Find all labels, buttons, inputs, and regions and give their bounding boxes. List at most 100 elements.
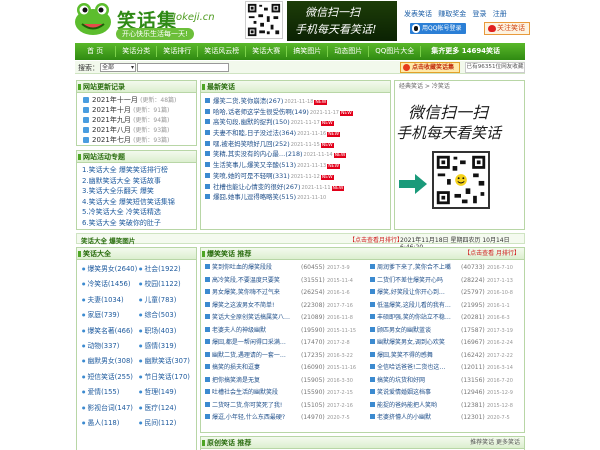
latest-item-title[interactable]: 笑喷,她的可是不轻啊 bbox=[213, 172, 273, 180]
wechat-promo-image[interactable]: 微信扫一扫 手机每天看笑话 bbox=[396, 95, 524, 228]
hot-item-title[interactable]: 吐槽社会生活的幽默笑段 bbox=[212, 387, 301, 400]
category-link[interactable]: 爆笑名著(466) bbox=[82, 323, 139, 338]
hot-item-title[interactable]: 全信哈话爸爸!二货也这… bbox=[377, 362, 461, 375]
category-link[interactable]: 节日笑话(170) bbox=[139, 369, 196, 384]
category-link[interactable]: 爱情(155) bbox=[82, 384, 139, 399]
hot-item-title[interactable]: 爆逗,小年轻,什么东西最硬? bbox=[212, 412, 301, 425]
topic-link[interactable]: 6.笑话大全 笑破你的肚子 bbox=[82, 218, 196, 229]
hot-item-title[interactable]: 低温爆笑,这段儿看的我有… bbox=[377, 300, 461, 313]
wechat-banner[interactable]: 微信扫一扫 手机每天看笑话! bbox=[287, 1, 397, 41]
latest-item[interactable]: 哈哈,话老师这学生很受伤啊(149)2021-11-17 NEW bbox=[205, 107, 390, 118]
latest-item-title[interactable]: 社槽也能让心情变的很好 bbox=[213, 183, 283, 191]
category-link[interactable]: 冷笑话(1456) bbox=[82, 276, 139, 291]
hot-item[interactable]: 把你搞笑滴是无复 (15905) 2016-3-30 bbox=[205, 375, 356, 388]
nav-gifs[interactable]: 动态图片 bbox=[328, 46, 370, 57]
hot-item-title[interactable]: 搞笑的损夫和逗妻 bbox=[212, 362, 301, 375]
hot-item-title[interactable]: 能捉的爸妈能把人笑哟 bbox=[377, 400, 461, 413]
hot-item[interactable]: 笑到你吐血的爆笑段段 (60455) 2017-3-9 bbox=[205, 262, 356, 275]
nav-contest[interactable]: 笑话大赛 bbox=[246, 46, 288, 57]
hot-item[interactable]: 二货呀二货,你可笑死了我! (15105) 2017-2-16 bbox=[205, 400, 356, 413]
topic-link[interactable]: 1.笑话大全 爆笑笑话排行榜 bbox=[82, 165, 196, 176]
weibo-follow-button[interactable]: 关注笑话 bbox=[484, 22, 530, 35]
hot-item[interactable]: 老婆挤懵人的小幽默 (12301) 2020-7-5 bbox=[370, 412, 513, 425]
nav-funny-pics[interactable]: 搞笑图片 bbox=[287, 46, 329, 57]
category-link[interactable]: 爆笑男女(2640) bbox=[82, 261, 139, 276]
latest-item-title[interactable]: 夫妻不和睦,日子没过法 bbox=[213, 129, 279, 137]
hot-item[interactable]: 笑话大全原创笑话搞属笑八… (21089) 2016-11-8 bbox=[205, 312, 356, 325]
category-link[interactable]: 动物(337) bbox=[82, 338, 139, 353]
topic-link[interactable]: 2.幽默笑话大全 笑话故事 bbox=[82, 176, 196, 187]
nav-categories[interactable]: 笑话分类 bbox=[116, 46, 158, 57]
hot-item-title[interactable]: 爆笑,好笑段让你开心到… bbox=[377, 287, 461, 300]
hot-item-title[interactable]: 老婆挤懵人的小幽默 bbox=[377, 412, 461, 425]
latest-item[interactable]: 社槽也能让心情变的很好(267)2021-11-11 NEW bbox=[205, 182, 390, 193]
hot-item-title[interactable]: 周润爹下来了,笑你合不上嘴 bbox=[377, 262, 461, 275]
latest-item-title[interactable]: 爆笑二货,笑你崩溃 bbox=[213, 97, 266, 105]
login-link[interactable]: 登录 bbox=[472, 10, 486, 18]
category-link[interactable]: 幽默男女(308) bbox=[82, 353, 139, 368]
category-link[interactable]: 感情(319) bbox=[139, 338, 196, 353]
hot-item-title[interactable]: 高冷笑段,不要温度只要笑 bbox=[212, 275, 301, 288]
favorite-button[interactable]: 点击收藏笑话集 bbox=[400, 62, 460, 73]
latest-item[interactable]: 笑精,其实没有的内心最…(218)2021-11-14 NEW bbox=[205, 149, 390, 160]
category-link[interactable]: 哲理(149) bbox=[139, 384, 196, 399]
latest-item[interactable]: 爆囧,她事儿逗得略略笑(515)2021-11-10 bbox=[205, 192, 390, 203]
hot-item-title[interactable]: 顾匹男女的幽默蓝谈 bbox=[377, 325, 461, 338]
hot-item-title[interactable]: 爆囧,都是一帮闲得口采满… bbox=[212, 337, 301, 350]
hot-item[interactable]: 全信哈话爸爸!二货也这… (12011) 2016-3-14 bbox=[370, 362, 513, 375]
category-link[interactable]: 民间(112) bbox=[139, 415, 196, 430]
category-link[interactable]: 职场(403) bbox=[139, 323, 196, 338]
category-link[interactable]: 社会(1922) bbox=[139, 261, 196, 276]
topic-link[interactable]: 4.笑话大全 爆笑短信笑话集锦 bbox=[82, 197, 196, 208]
hot-item[interactable]: 丰硕即强,笑的你站立不稳… (20281) 2016-6-3 bbox=[370, 312, 513, 325]
category-link[interactable]: 医疗(124) bbox=[139, 400, 196, 415]
hot-item-title[interactable]: 笑话大全原创笑话搞属笑八… bbox=[212, 312, 301, 325]
hot-item-title[interactable]: 丰硕即强,笑的你站立不稳… bbox=[377, 312, 461, 325]
hot-item[interactable]: 爆笑之这波男女不简单! (22308) 2017-7-16 bbox=[205, 300, 356, 313]
hot-item[interactable]: 能捉的爸妈能把人笑哟 (12381) 2015-12-8 bbox=[370, 400, 513, 413]
category-link[interactable]: 校园(1122) bbox=[139, 276, 196, 291]
frog-logo-icon[interactable] bbox=[73, 2, 113, 36]
earn-bonus-link[interactable]: 赚取奖金 bbox=[438, 10, 466, 18]
hot-item-title[interactable]: 搞笑的坑货和好网 bbox=[377, 375, 461, 388]
hot-item[interactable]: 幽默二货,遇理请的一套一… (17235) 2016-3-22 bbox=[205, 350, 356, 363]
monthly-rank-link[interactable]: 【点击查看月排行】 bbox=[349, 235, 403, 244]
hot-more-link[interactable]: 【点击查看 月排行】 bbox=[464, 248, 520, 260]
category-link[interactable]: 家庭(739) bbox=[82, 307, 139, 322]
latest-item-title[interactable]: 高笑句段,幽默的捉判 bbox=[213, 118, 273, 126]
latest-item-title[interactable]: 生活笑事儿,爆笑又辛酸 bbox=[213, 161, 279, 169]
category-link[interactable]: 短信笑话(255) bbox=[82, 369, 139, 384]
latest-item[interactable]: 笑喷,她的可是不轻啊(331)2021-11-12 NEW bbox=[205, 171, 390, 182]
section-title[interactable]: 笑话大全 爆笑图片 bbox=[81, 235, 135, 245]
category-link[interactable]: 儿童(783) bbox=[139, 292, 196, 307]
topic-link[interactable]: 5.冷笑话大全 冷笑话精选 bbox=[82, 207, 196, 218]
latest-item[interactable]: 爆笑二货,笑你崩溃(267)2021-11-18 NEW bbox=[205, 96, 390, 107]
orig-more-link[interactable]: 推荐笑话 更多笑话 bbox=[470, 437, 520, 449]
category-link[interactable]: 影视台词(147) bbox=[82, 400, 139, 415]
category-link[interactable]: 夫妻(1034) bbox=[82, 292, 139, 307]
latest-item[interactable]: 生活笑事儿,爆笑又辛酸(513)2021-11-13 NEW bbox=[205, 160, 390, 171]
hot-item-title[interactable]: 老婆夫人的神级幽默 bbox=[212, 325, 301, 338]
hot-item-title[interactable]: 男女爆笑,笑你嗨不过气来 bbox=[212, 287, 301, 300]
category-link[interactable]: 综合(503) bbox=[139, 307, 196, 322]
hot-item-title[interactable]: 笑说爱情婚姻这档事 bbox=[377, 387, 461, 400]
update-item[interactable]: 2021年九月 (更新：94篇) bbox=[83, 115, 196, 125]
nav-home[interactable]: 首 页 bbox=[75, 46, 117, 57]
hot-item[interactable]: 搞笑的坑货和好网 (13156) 2016-7-20 bbox=[370, 375, 513, 388]
category-link[interactable]: 幽默笑话(307) bbox=[139, 353, 196, 368]
latest-item[interactable]: 夫妻不和睦,日子没过法(364)2021-11-16 NEW bbox=[205, 128, 390, 139]
latest-item[interactable]: 嘿,被老妈笑喷好几回(252)2021-11-15 NEW bbox=[205, 139, 390, 150]
hot-item[interactable]: 周润爹下来了,笑你合不上嘴 (40733) 2016-7-10 bbox=[370, 262, 513, 275]
nav-qq-pics[interactable]: QQ图片大全 bbox=[369, 46, 422, 57]
hot-item-title[interactable]: 二货呀二货,你可笑死了我! bbox=[212, 400, 301, 413]
update-item[interactable]: 2021年十月 (更新：91篇) bbox=[83, 105, 196, 115]
hot-item-title[interactable]: 幽默二货,遇理请的一套一… bbox=[212, 350, 301, 363]
nav-charts[interactable]: 笑话风云榜 bbox=[198, 46, 247, 57]
hot-item-title[interactable]: 把你搞笑滴是无复 bbox=[212, 375, 301, 388]
update-item[interactable]: 2021年八月 (更新：93篇) bbox=[83, 125, 196, 135]
hot-item[interactable]: 爆囧,笑笑不得的感舞 (16242) 2017-2-22 bbox=[370, 350, 513, 363]
hot-item[interactable]: 二货们不差住爆笑开心吗 (28224) 2017-1-13 bbox=[370, 275, 513, 288]
hot-item[interactable]: 幽默爆笑男女,调到心欢笑 (16967) 2016-2-24 bbox=[370, 337, 513, 350]
hot-item[interactable]: 吐槽社会生活的幽默笑段 (15590) 2017-2-15 bbox=[205, 387, 356, 400]
post-joke-link[interactable]: 发表笑话 bbox=[404, 10, 432, 18]
